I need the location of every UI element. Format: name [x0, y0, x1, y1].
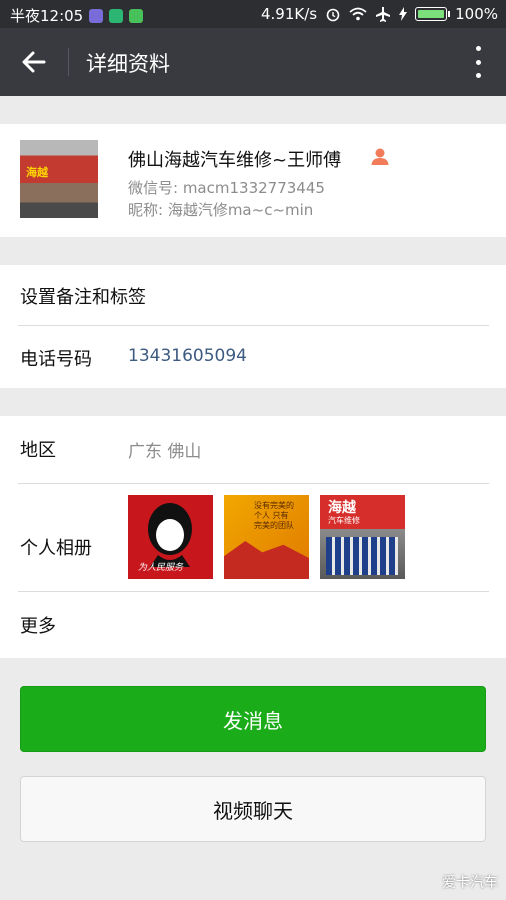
album-photo-3[interactable]: 海越 汽车维修	[320, 495, 405, 579]
wifi-icon	[349, 7, 367, 21]
video-chat-button[interactable]: 视频聊天	[20, 776, 486, 842]
photo-1-caption: 为人民服务	[138, 563, 184, 573]
staff-group	[320, 529, 405, 579]
profile-card[interactable]: 海越 佛山海越汽车维修~王师傅 微信号: macm1332773445 昵称: …	[0, 124, 506, 237]
contact-info-section: 设置备注和标签 电话号码 13431605094	[0, 265, 506, 388]
region-label: 地区	[20, 440, 56, 461]
person-icon	[371, 148, 389, 165]
battery-percent: 100%	[455, 5, 498, 23]
app-notification-icon	[109, 8, 124, 23]
app-notification-icon	[129, 8, 144, 23]
alarm-icon	[326, 8, 340, 22]
shop-signboard: 海越 汽车维修	[320, 495, 405, 529]
remark-tag-label: 设置备注和标签	[20, 287, 146, 308]
phone-label: 电话号码	[20, 349, 92, 370]
region-row: 地区 广东 佛山	[0, 418, 506, 478]
photo-3-sign: 海越	[328, 500, 356, 516]
avatar[interactable]: 海越	[20, 140, 98, 218]
photo-2-decoration	[224, 541, 309, 579]
remark-tag-row[interactable]: 设置备注和标签	[0, 265, 506, 325]
wechat-id: 微信号: macm1332773445	[128, 179, 325, 197]
avatar-sign-text: 海越	[26, 166, 48, 179]
details-section: 地区 广东 佛山 个人相册 为人民服务 没有完美的个人 只有完美的团队 海越 汽…	[0, 416, 506, 658]
nickname: 昵称: 海越汽修ma~c~min	[128, 201, 314, 219]
contact-name: 佛山海越汽车维修~王师傅	[128, 150, 342, 171]
network-speed: 4.91K/s	[261, 5, 318, 23]
album-photo-1[interactable]: 为人民服务	[128, 495, 213, 579]
photo-3-sub: 汽车维修	[328, 516, 360, 525]
watermark: 爱卡汽车	[442, 875, 498, 891]
more-row[interactable]: 更多	[0, 594, 506, 654]
phone-row: 电话号码 13431605094	[0, 327, 506, 387]
title-bar: 详细资料	[0, 28, 506, 96]
region-value: 广东 佛山	[128, 442, 202, 462]
page-title: 详细资料	[86, 52, 170, 76]
photo-2-caption: 没有完美的个人 只有完美的团队	[254, 501, 294, 530]
send-message-button[interactable]: 发消息	[20, 686, 486, 752]
more-label: 更多	[20, 616, 56, 637]
more-menu-icon[interactable]	[474, 46, 482, 78]
row-divider	[18, 591, 489, 592]
phone-number-link[interactable]: 13431605094	[128, 346, 247, 366]
row-divider	[18, 325, 489, 326]
airplane-icon	[376, 7, 391, 22]
charging-icon	[399, 7, 408, 21]
staff-row	[326, 537, 398, 575]
row-divider	[18, 483, 489, 484]
status-bar: 半夜12:05 4.91K/s 100%	[0, 0, 506, 28]
album-photo-2[interactable]: 没有完美的个人 只有完美的团队	[224, 495, 309, 579]
album-label: 个人相册	[20, 538, 92, 559]
battery-icon	[415, 7, 451, 21]
back-arrow-icon[interactable]	[18, 46, 50, 78]
app-notification-icon	[89, 8, 104, 23]
title-divider	[68, 48, 69, 76]
status-time: 半夜12:05	[10, 7, 84, 25]
